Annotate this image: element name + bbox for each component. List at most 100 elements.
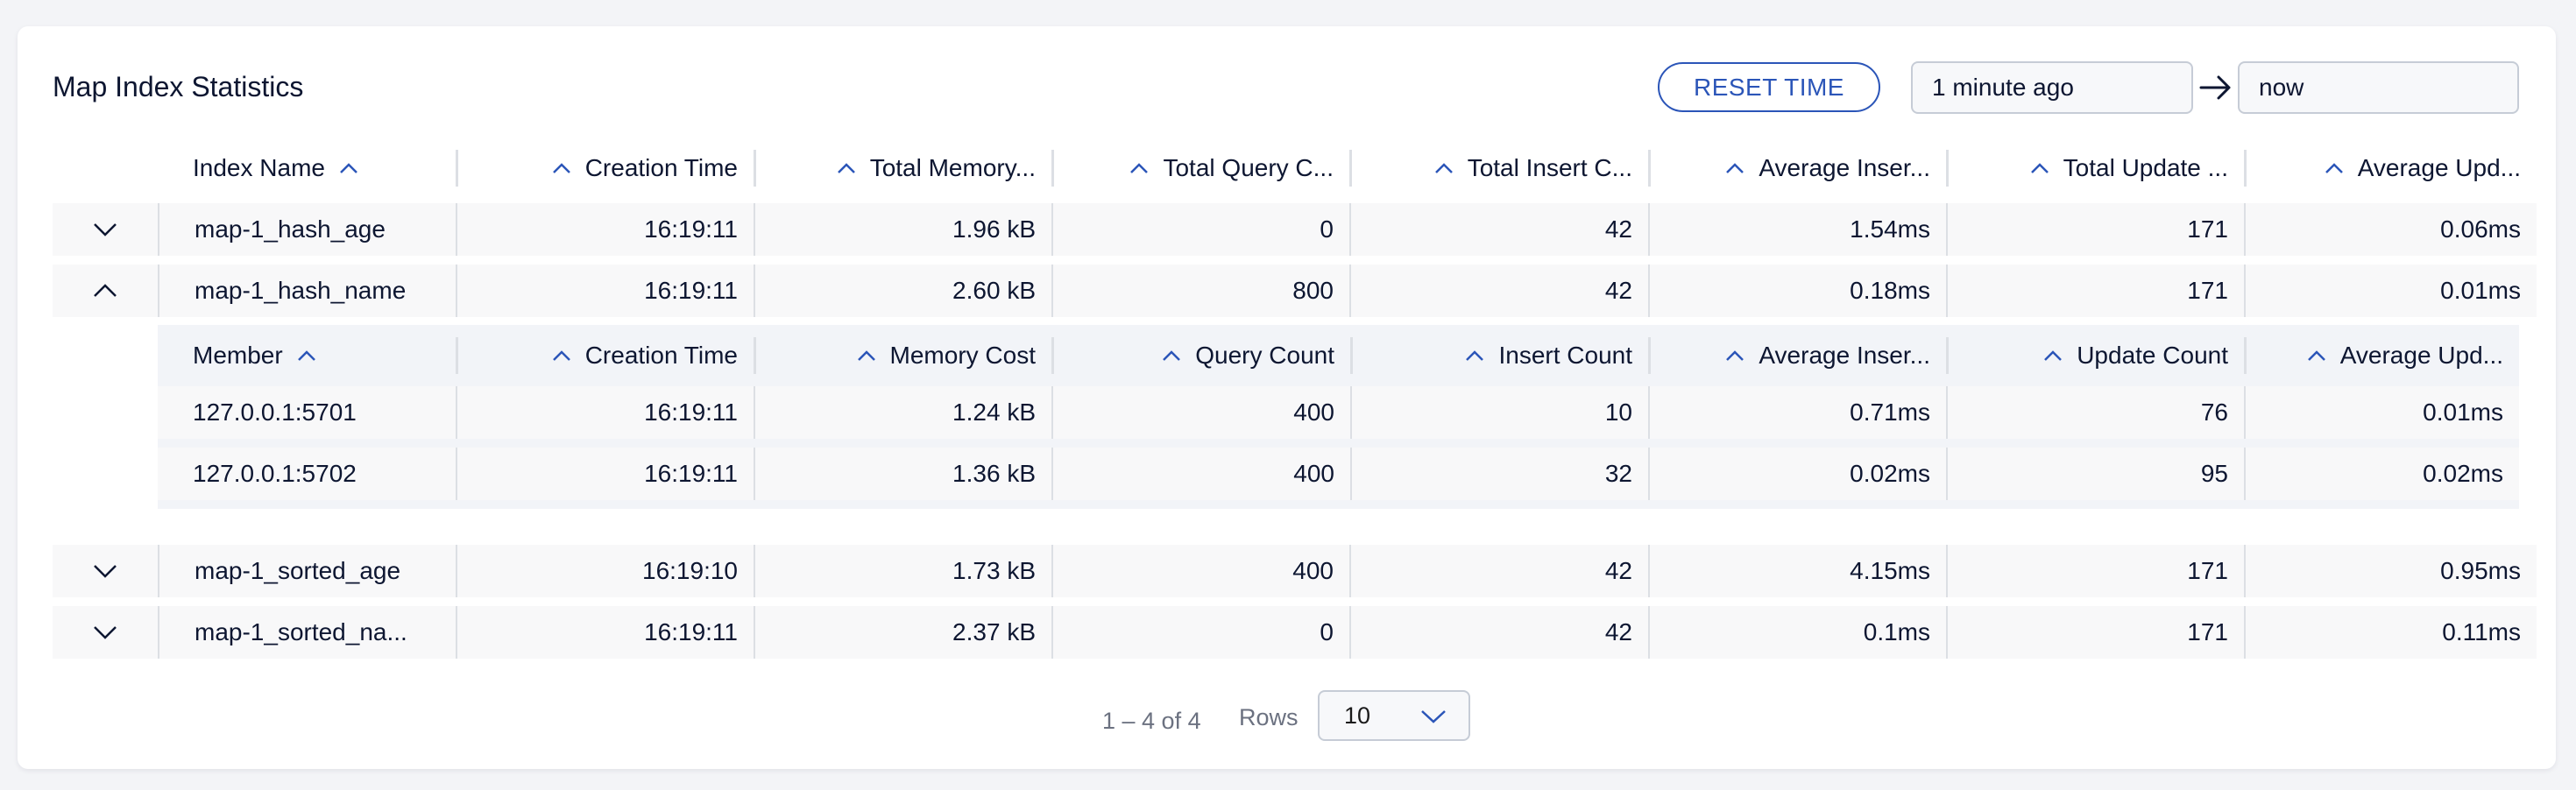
cell-update-count: 95 xyxy=(1946,448,2244,500)
time-to-input[interactable]: now xyxy=(2238,61,2519,114)
rows-per-page-select[interactable]: 10 xyxy=(1318,690,1470,741)
rows-per-page-label: Rows xyxy=(1239,704,1299,730)
cell-index-name: map-1_hash_name xyxy=(158,265,456,317)
chevron-down-icon[interactable] xyxy=(92,562,118,580)
column-label: Index Name xyxy=(193,154,325,181)
cell-index-name: map-1_hash_age xyxy=(158,203,456,256)
table-row[interactable]: map-1_hash_name 16:19:11 2.60 kB 800 42 … xyxy=(53,265,2537,317)
column-label: Query Count xyxy=(1195,342,1334,369)
sort-ascending-icon[interactable] xyxy=(2028,160,2051,176)
column-header-total-query-count[interactable]: Total Query C... xyxy=(1051,150,1349,187)
chevron-down-icon[interactable] xyxy=(92,221,118,238)
pagination-range: 1 – 4 of 4 xyxy=(1102,708,1201,734)
cell-total-memory: 1.96 kB xyxy=(754,203,1051,256)
table-row[interactable]: map-1_sorted_age 16:19:10 1.73 kB 400 42… xyxy=(53,545,2537,597)
sort-ascending-icon[interactable] xyxy=(1128,160,1150,176)
column-header-total-update[interactable]: Total Update ... xyxy=(1946,150,2244,187)
cell-total-update: 171 xyxy=(1946,265,2244,317)
sort-ascending-icon[interactable] xyxy=(835,160,858,176)
sort-ascending-icon[interactable] xyxy=(550,348,573,363)
sort-ascending-icon[interactable] xyxy=(2042,348,2064,363)
cell-creation-time: 16:19:11 xyxy=(456,606,754,659)
sort-ascending-icon[interactable] xyxy=(550,160,573,176)
column-label: Average Upd... xyxy=(2339,342,2503,369)
expand-toggle[interactable] xyxy=(53,606,158,659)
expand-toggle[interactable] xyxy=(53,203,158,256)
cell-total-query-count: 800 xyxy=(1051,265,1349,317)
cell-average-update: 0.11ms xyxy=(2244,606,2537,659)
table-row[interactable]: map-1_sorted_na... 16:19:11 2.37 kB 0 42… xyxy=(53,606,2537,659)
chevron-down-icon[interactable] xyxy=(1419,708,1447,725)
chevron-up-icon[interactable] xyxy=(92,282,118,300)
chevron-down-icon[interactable] xyxy=(92,624,118,641)
cell-index-name: map-1_sorted_na... xyxy=(158,606,456,659)
column-header-member[interactable]: Member xyxy=(158,325,456,386)
cell-total-insert-count: 42 xyxy=(1349,606,1648,659)
cell-total-update: 171 xyxy=(1946,545,2244,597)
cell-creation-time: 16:19:11 xyxy=(456,448,754,500)
cell-index-name: map-1_sorted_age xyxy=(158,545,456,597)
column-label: Average Upd... xyxy=(2357,154,2521,181)
cell-average-update: 0.95ms xyxy=(2244,545,2537,597)
reset-time-button[interactable]: RESET TIME xyxy=(1658,62,1880,112)
cell-creation-time: 16:19:11 xyxy=(456,265,754,317)
column-label: Total Memory... xyxy=(869,154,1036,181)
column-header-average-insert[interactable]: Average Inser... xyxy=(1648,337,1946,374)
rows-per-page-value: 10 xyxy=(1344,702,1371,729)
cell-total-query-count: 0 xyxy=(1051,606,1349,659)
column-header-memory-cost[interactable]: Memory Cost xyxy=(754,337,1051,374)
sort-ascending-icon[interactable] xyxy=(337,160,360,176)
cell-total-memory: 1.73 kB xyxy=(754,545,1051,597)
cell-total-insert-count: 42 xyxy=(1349,203,1648,256)
cell-query-count: 400 xyxy=(1051,448,1350,500)
pagination: 1 – 4 of 4 Rows 10 xyxy=(18,690,2556,753)
column-label: Average Inser... xyxy=(1759,342,1930,369)
column-header-total-memory[interactable]: Total Memory... xyxy=(754,150,1051,187)
sort-ascending-icon[interactable] xyxy=(1723,160,1746,176)
expand-column-header xyxy=(53,150,158,187)
column-header-index-name[interactable]: Index Name xyxy=(158,150,456,187)
cell-creation-time: 16:19:11 xyxy=(456,386,754,439)
column-label: Member xyxy=(193,342,283,369)
cell-average-insert: 0.02ms xyxy=(1648,448,1946,500)
column-header-total-insert-count[interactable]: Total Insert C... xyxy=(1349,150,1648,187)
sort-ascending-icon[interactable] xyxy=(1723,348,1746,363)
sort-ascending-icon[interactable] xyxy=(855,348,878,363)
cell-total-query-count: 400 xyxy=(1051,545,1349,597)
collapse-toggle[interactable] xyxy=(53,265,158,317)
column-label: Creation Time xyxy=(584,154,738,181)
detail-row: 127.0.0.1:5701 16:19:11 1.24 kB 400 10 0… xyxy=(158,386,2519,439)
sort-ascending-icon[interactable] xyxy=(2323,160,2346,176)
column-label: Creation Time xyxy=(584,342,738,369)
column-header-update-count[interactable]: Update Count xyxy=(1946,337,2244,374)
time-from-input[interactable]: 1 minute ago xyxy=(1911,61,2193,114)
column-header-average-update[interactable]: Average Upd... xyxy=(2244,150,2537,187)
cell-member: 127.0.0.1:5702 xyxy=(193,460,357,487)
column-header-query-count[interactable]: Query Count xyxy=(1051,337,1350,374)
cell-total-memory: 2.37 kB xyxy=(754,606,1051,659)
cell-insert-count: 10 xyxy=(1350,386,1648,439)
table-row[interactable]: map-1_hash_age 16:19:11 1.96 kB 0 42 1.5… xyxy=(53,203,2537,256)
cell-total-update: 171 xyxy=(1946,606,2244,659)
cell-average-insert: 1.54ms xyxy=(1648,203,1946,256)
sort-ascending-icon[interactable] xyxy=(1433,160,1455,176)
column-header-creation-time[interactable]: Creation Time xyxy=(456,150,754,187)
table-header: Index Name Creation Time Total Memory...… xyxy=(53,150,2537,187)
expand-toggle[interactable] xyxy=(53,545,158,597)
detail-row: 127.0.0.1:5702 16:19:11 1.36 kB 400 32 0… xyxy=(158,448,2519,500)
column-header-average-update[interactable]: Average Upd... xyxy=(2244,337,2519,374)
column-header-average-insert[interactable]: Average Inser... xyxy=(1648,150,1946,187)
column-header-insert-count[interactable]: Insert Count xyxy=(1350,337,1648,374)
cell-average-update: 0.01ms xyxy=(2244,265,2537,317)
sort-ascending-icon[interactable] xyxy=(295,348,318,363)
map-index-statistics-panel: Map Index Statistics RESET TIME 1 minute… xyxy=(18,26,2556,769)
column-header-creation-time[interactable]: Creation Time xyxy=(456,337,754,374)
column-label: Insert Count xyxy=(1498,342,1632,369)
cell-average-update: 0.01ms xyxy=(2244,386,2519,439)
sort-ascending-icon[interactable] xyxy=(2305,348,2328,363)
cell-average-insert: 0.71ms xyxy=(1648,386,1946,439)
sort-ascending-icon[interactable] xyxy=(1160,348,1183,363)
cell-creation-time: 16:19:11 xyxy=(456,203,754,256)
cell-total-insert-count: 42 xyxy=(1349,265,1648,317)
sort-ascending-icon[interactable] xyxy=(1463,348,1486,363)
